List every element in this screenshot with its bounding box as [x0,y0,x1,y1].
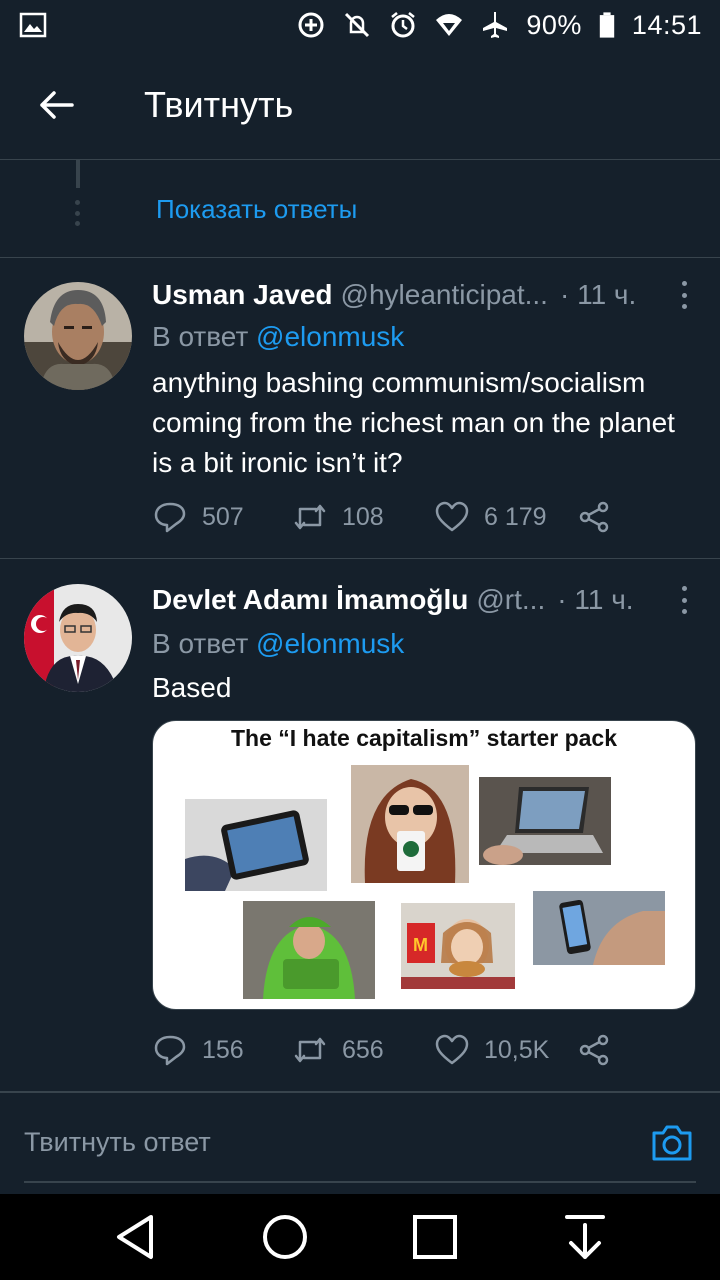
share-icon [579,501,609,533]
media-thumb-burger: M [401,903,515,989]
tweet-actions: 156 656 10,5K [152,1032,612,1068]
retweet-icon [294,1037,326,1063]
show-replies-link[interactable]: Показать ответы [156,194,357,225]
author-handle[interactable]: @hyleanticipat... [341,279,548,311]
circle-home-icon [263,1215,307,1259]
thread-dots-icon [75,200,81,226]
battery-icon [599,12,615,38]
thread-line [76,160,80,188]
media-thumb-coffee [351,765,469,883]
page-title: Твитнуть [144,83,294,125]
like-count: 10,5K [484,1035,550,1064]
media-thumb-laptop [479,777,611,865]
nav-home-button[interactable] [260,1212,310,1262]
reply-icon [154,1035,186,1066]
reply-icon [154,502,186,533]
show-replies-section: Показать ответы [0,160,720,258]
nav-back-button[interactable] [110,1212,160,1262]
system-nav-bar [0,1194,720,1280]
tweet-text: anything bashing communism/socialism com… [152,367,675,478]
author-name[interactable]: Usman Javed [152,279,333,311]
svg-text:M: M [413,935,428,955]
tweet-text: Based [152,672,232,703]
reply-input[interactable]: Твитнуть ответ [24,1127,211,1158]
camera-button[interactable] [650,1123,694,1163]
camera-icon [652,1125,692,1161]
reply-to-line: В ответ @elonmusk [152,628,404,660]
retweet-button[interactable]: 108 [292,499,434,535]
arrow-left-icon [40,90,74,119]
battery-percent: 90% [526,9,582,40]
mute-icon [345,12,370,38]
tweet-header: Usman Javed @hyleanticipat... · 11 ч. [152,279,636,311]
nav-recents-button[interactable] [410,1212,460,1262]
media-thumb-phone [533,891,665,965]
square-recents-icon [413,1215,457,1259]
tweet-actions: 507 108 6 179 [152,499,612,535]
tweet-media[interactable]: The “I hate capitalism” starter pack M [152,720,696,1010]
retweet-icon [294,504,326,530]
retweet-count: 656 [342,1035,384,1064]
header: Твитнуть [0,50,720,160]
like-count: 6 179 [484,502,547,531]
image-icon [19,12,47,38]
more-options-icon[interactable] [682,586,688,614]
avatar[interactable] [24,584,132,692]
triangle-back-icon [117,1215,153,1259]
clock: 14:51 [631,9,702,40]
share-button[interactable] [576,499,612,535]
reply-prefix: В ответ [152,628,249,659]
reply-composer: Твитнуть ответ [0,1092,720,1194]
share-icon [579,1034,609,1066]
author-handle[interactable]: @rt... [476,584,545,616]
status-bar: 90% 14:51 [0,0,720,50]
tweet-time: · 11 ч. [557,584,634,615]
author-name[interactable]: Devlet Adamı İmamoğlu [152,584,468,616]
heart-icon [435,501,469,532]
more-options-icon[interactable] [682,281,688,309]
airplane-icon [483,12,508,38]
reply-prefix: В ответ [152,321,249,352]
share-button[interactable] [576,1032,612,1068]
like-button[interactable]: 6 179 [434,499,576,535]
tweet[interactable]: Usman Javed @hyleanticipat... · 11 ч. В … [0,259,720,559]
retweet-button[interactable]: 656 [292,1032,434,1068]
media-thumb-hoodie [243,901,375,999]
media-thumb-tablet [185,799,327,891]
reply-mention[interactable]: @elonmusk [256,321,404,352]
reply-button[interactable]: 156 [152,1032,292,1068]
tweet-time: · 11 ч. [559,279,637,310]
nav-notifications-button[interactable] [560,1212,610,1262]
reply-underline [24,1181,696,1183]
back-button[interactable] [26,75,86,135]
retweet-count: 108 [342,502,384,531]
avatar[interactable] [24,282,132,390]
heart-icon [435,1034,469,1065]
tweet-header: Devlet Adamı İmamoğlu @rt... · 11 ч. [152,584,634,616]
reply-count: 156 [202,1035,244,1064]
like-button[interactable]: 10,5K [434,1032,576,1068]
tweet[interactable]: Devlet Adamı İmamoğlu @rt... · 11 ч. В о… [0,560,720,1092]
wifi-icon [436,14,463,36]
arrow-down-tray-icon [565,1215,605,1259]
reply-mention[interactable]: @elonmusk [256,628,404,659]
media-caption: The “I hate capitalism” starter pack [230,725,618,751]
alarm-icon [391,12,416,38]
reply-button[interactable]: 507 [152,499,292,535]
data-saver-icon [298,12,324,38]
reply-count: 507 [202,502,244,531]
reply-to-line: В ответ @elonmusk [152,321,404,353]
